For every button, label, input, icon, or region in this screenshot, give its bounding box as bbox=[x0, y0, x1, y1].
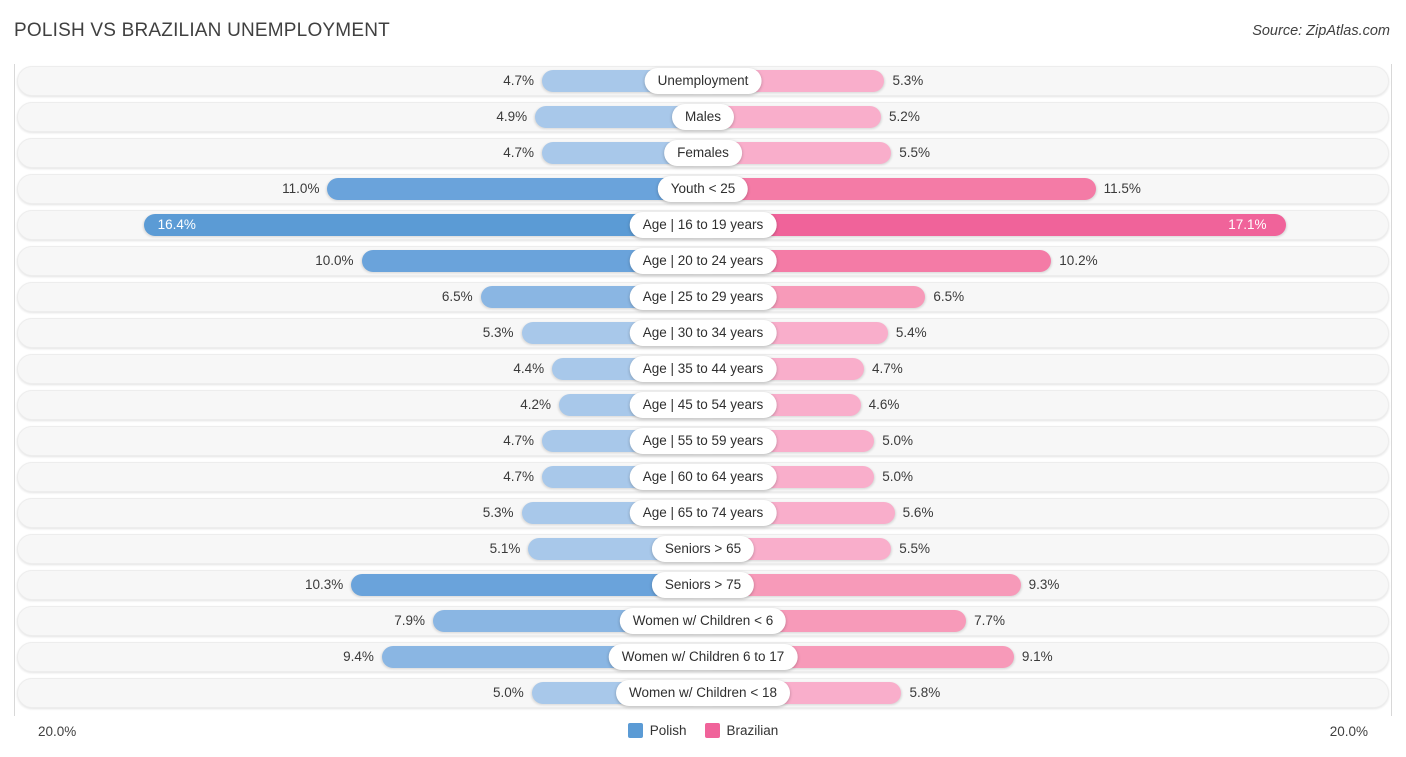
category-label[interactable]: Age | 45 to 54 years bbox=[629, 392, 777, 418]
value-label-polish: 5.3% bbox=[482, 505, 514, 520]
source-attribution: Source: ZipAtlas.com bbox=[1252, 23, 1390, 39]
value-label-brazilian: 10.2% bbox=[1059, 253, 1098, 268]
value-label-polish: 4.7% bbox=[503, 469, 534, 484]
category-label[interactable]: Age | 65 to 74 years bbox=[629, 500, 777, 526]
value-label-polish: 4.7% bbox=[503, 433, 534, 448]
legend-swatch-brazilian bbox=[704, 723, 720, 738]
chart-row[interactable]: 10.0% 10.2% Age | 20 to 24 years bbox=[15, 246, 1391, 276]
category-label[interactable]: Women w/ Children 6 to 17 bbox=[608, 644, 798, 670]
value-label-brazilian: 5.0% bbox=[882, 433, 914, 448]
chart-row[interactable]: 11.0% 11.5% Youth < 25 bbox=[15, 174, 1391, 204]
value-label-polish: 11.0% bbox=[282, 181, 320, 196]
category-label[interactable]: Unemployment bbox=[644, 68, 762, 94]
plot-area: 4.7% 5.3% Unemployment 4.9% 5.2% Males 4.7% 5.5… bbox=[14, 64, 1392, 716]
value-label-polish: 5.0% bbox=[492, 685, 524, 700]
category-label[interactable]: Males bbox=[671, 104, 735, 130]
value-label-brazilian: 5.5% bbox=[899, 145, 931, 160]
value-label-brazilian: 17.1% bbox=[1228, 217, 1267, 232]
chart-row[interactable]: 16.4% 17.1% Age | 16 to 19 years bbox=[15, 210, 1391, 240]
category-label[interactable]: Age | 16 to 19 years bbox=[629, 212, 777, 238]
chart-container: POLISH VS BRAZILIAN UNEMPLOYMENT Source:… bbox=[0, 0, 1406, 757]
chart-row[interactable]: 4.2% 4.6% Age | 45 to 54 years bbox=[15, 390, 1391, 420]
value-label-polish: 4.9% bbox=[496, 109, 528, 124]
category-label[interactable]: Youth < 25 bbox=[657, 176, 749, 202]
chart-row[interactable]: 5.1% 5.5% Seniors > 65 bbox=[15, 534, 1391, 564]
value-label-polish: 5.3% bbox=[482, 325, 514, 340]
value-label-brazilian: 9.1% bbox=[1021, 649, 1053, 664]
chart-row[interactable]: 5.0% 5.8% Women w/ Children < 18 bbox=[15, 678, 1391, 708]
value-label-polish: 16.4% bbox=[157, 217, 196, 232]
value-label-polish: 4.7% bbox=[503, 73, 534, 88]
value-label-brazilian: 5.3% bbox=[892, 73, 924, 88]
value-label-polish: 5.1% bbox=[489, 541, 521, 556]
chart-row[interactable]: 4.7% 5.5% Females bbox=[15, 138, 1391, 168]
value-label-brazilian: 5.2% bbox=[889, 109, 920, 124]
value-label-brazilian: 11.5% bbox=[1103, 181, 1141, 196]
value-label-polish: 6.5% bbox=[441, 289, 473, 304]
value-label-polish: 10.0% bbox=[315, 253, 354, 268]
value-label-brazilian: 9.3% bbox=[1028, 577, 1060, 592]
value-label-brazilian: 5.5% bbox=[899, 541, 931, 556]
bar-brazilian[interactable] bbox=[704, 214, 1287, 236]
legend-item-polish[interactable]: Polish bbox=[627, 723, 687, 738]
value-label-polish: 4.7% bbox=[503, 145, 534, 160]
chart-row[interactable]: 4.7% 5.3% Unemployment bbox=[15, 66, 1391, 96]
category-label[interactable]: Women w/ Children < 6 bbox=[619, 608, 787, 634]
value-label-polish: 7.9% bbox=[394, 613, 426, 628]
value-label-brazilian: 4.7% bbox=[872, 361, 903, 376]
category-label[interactable]: Age | 60 to 64 years bbox=[629, 464, 777, 490]
chart-row[interactable]: 10.3% 9.3% Seniors > 75 bbox=[15, 570, 1391, 600]
legend-item-brazilian[interactable]: Brazilian bbox=[704, 723, 779, 738]
category-label[interactable]: Seniors > 75 bbox=[651, 572, 755, 598]
chart-row[interactable]: 5.3% 5.4% Age | 30 to 34 years bbox=[15, 318, 1391, 348]
category-label[interactable]: Age | 55 to 59 years bbox=[629, 428, 777, 454]
value-label-brazilian: 4.6% bbox=[868, 397, 900, 412]
bar-polish[interactable] bbox=[143, 214, 702, 236]
value-label-polish: 9.4% bbox=[343, 649, 374, 664]
chart-row[interactable]: 5.3% 5.6% Age | 65 to 74 years bbox=[15, 498, 1391, 528]
category-label[interactable]: Age | 25 to 29 years bbox=[629, 284, 777, 310]
category-label[interactable]: Age | 20 to 24 years bbox=[629, 248, 777, 274]
value-label-brazilian: 5.6% bbox=[902, 505, 934, 520]
value-label-brazilian: 7.7% bbox=[974, 613, 1005, 628]
bar-polish[interactable] bbox=[327, 178, 702, 200]
legend-swatch-polish bbox=[627, 723, 643, 738]
value-label-brazilian: 5.8% bbox=[909, 685, 941, 700]
category-label[interactable]: Seniors > 65 bbox=[651, 536, 755, 562]
legend-label-brazilian: Brazilian bbox=[726, 723, 779, 738]
category-label[interactable]: Age | 35 to 44 years bbox=[629, 356, 777, 382]
legend-label-polish: Polish bbox=[649, 723, 687, 738]
chart-row[interactable]: 7.9% 7.7% Women w/ Children < 6 bbox=[15, 606, 1391, 636]
category-label[interactable]: Females bbox=[664, 140, 742, 166]
category-label[interactable]: Age | 30 to 34 years bbox=[629, 320, 777, 346]
value-label-brazilian: 5.0% bbox=[882, 469, 914, 484]
chart-row[interactable]: 9.4% 9.1% Women w/ Children 6 to 17 bbox=[15, 642, 1391, 672]
chart-row[interactable]: 4.7% 5.0% Age | 60 to 64 years bbox=[15, 462, 1391, 492]
value-label-brazilian: 5.4% bbox=[895, 325, 927, 340]
chart-row[interactable]: 4.7% 5.0% Age | 55 to 59 years bbox=[15, 426, 1391, 456]
bar-brazilian[interactable] bbox=[704, 178, 1096, 200]
value-label-polish: 4.4% bbox=[513, 361, 545, 376]
page-title: POLISH VS BRAZILIAN UNEMPLOYMENT bbox=[14, 20, 390, 41]
chart-row[interactable]: 6.5% 6.5% Age | 25 to 29 years bbox=[15, 282, 1391, 312]
chart-row[interactable]: 4.4% 4.7% Age | 35 to 44 years bbox=[15, 354, 1391, 384]
value-label-polish: 4.2% bbox=[520, 397, 551, 412]
chart-row[interactable]: 4.9% 5.2% Males bbox=[15, 102, 1391, 132]
value-label-polish: 10.3% bbox=[305, 577, 344, 592]
bar-polish[interactable] bbox=[351, 574, 702, 596]
value-label-brazilian: 6.5% bbox=[933, 289, 965, 304]
legend: Polish Brazilian bbox=[0, 723, 1406, 738]
category-label[interactable]: Women w/ Children < 18 bbox=[616, 680, 790, 706]
